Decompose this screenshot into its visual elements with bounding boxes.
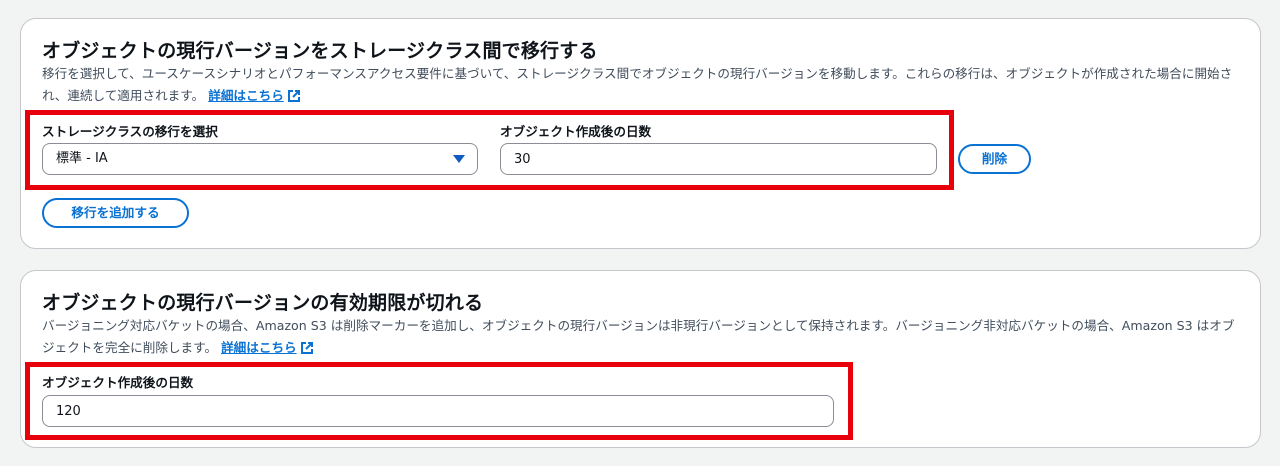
external-link-icon [300,342,313,354]
transition-days-label: オブジェクト作成後の日数 [500,124,652,139]
storage-class-select[interactable]: 標準 - IA [42,143,478,175]
expiration-section-description: バージョニング対応バケットの場合、Amazon S3 は削除マーカーを追加し、オ… [42,315,1247,359]
add-transition-button[interactable]: 移行を追加する [42,198,189,228]
expiration-panel: オブジェクトの現行バージョンの有効期限が切れる バージョニング対応バケットの場合… [20,270,1261,448]
storage-class-selected-value: 標準 - IA [56,151,108,166]
transition-section-title: オブジェクトの現行バージョンをストレージクラス間で移行する [42,40,598,62]
remove-transition-button[interactable]: 削除 [958,144,1031,174]
transition-learn-more-link[interactable]: 詳細はこちら [208,88,301,103]
transition-panel: オブジェクトの現行バージョンをストレージクラス間で移行する 移行を選択して、ユー… [20,18,1261,249]
external-link-icon [287,90,300,102]
expiration-learn-more-link[interactable]: 詳細はこちら [221,340,314,355]
expiration-days-label: オブジェクト作成後の日数 [42,375,194,390]
expiration-days-input[interactable] [42,395,834,427]
transition-section-description: 移行を選択して、ユースケースシナリオとパフォーマンスアクセス要件に基づいて、スト… [42,63,1247,107]
caret-down-icon [453,155,465,163]
transition-days-input[interactable] [500,143,937,175]
expiration-section-title: オブジェクトの現行バージョンの有効期限が切れる [42,292,484,314]
storage-class-label: ストレージクラスの移行を選択 [42,124,218,139]
